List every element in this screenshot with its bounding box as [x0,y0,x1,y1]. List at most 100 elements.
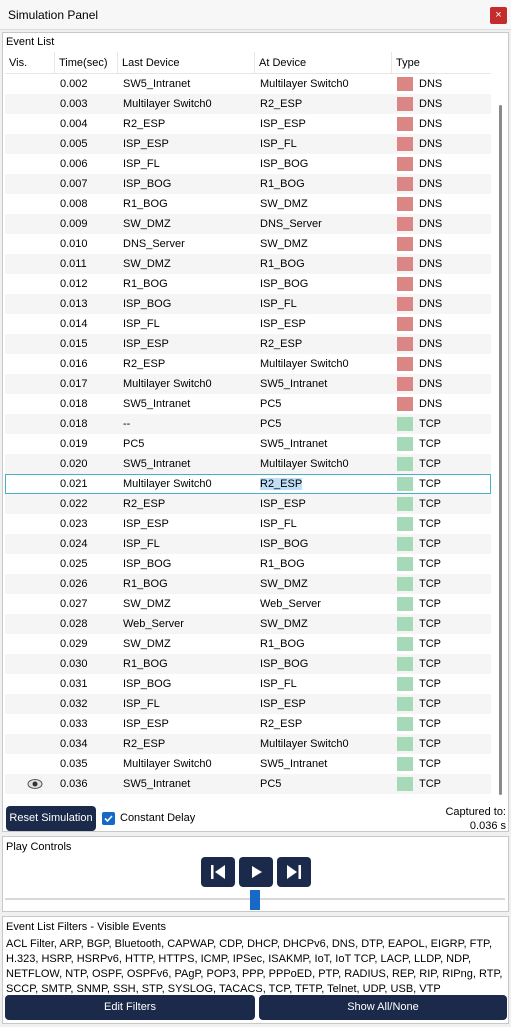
reset-simulation-button[interactable]: Reset Simulation [6,806,96,831]
cell-vis[interactable] [5,494,53,514]
constant-delay-checkbox[interactable] [102,812,115,825]
cell-at-device: ISP_ESP [256,114,392,134]
cell-vis[interactable] [5,514,53,534]
cell-time-text: 0.028 [60,618,88,630]
cell-vis[interactable] [5,194,53,214]
cell-vis[interactable] [5,134,53,154]
table-row[interactable]: 0.023 ISP_ESP ISP_FL TCP [5,514,491,534]
cell-vis[interactable] [5,454,53,474]
type-color-swatch [397,317,413,331]
cell-vis[interactable] [5,354,53,374]
cell-vis[interactable] [5,214,53,234]
cell-vis[interactable] [5,594,53,614]
table-row[interactable]: 0.022 R2_ESP ISP_ESP TCP [5,494,491,514]
constant-delay-label[interactable]: Constant Delay [120,812,195,824]
cell-at-device: DNS_Server [256,214,392,234]
table-row[interactable]: 0.008 R1_BOG SW_DMZ DNS [5,194,491,214]
forward-button[interactable] [277,857,311,887]
table-row[interactable]: 0.029 SW_DMZ R1_BOG TCP [5,634,491,654]
table-row[interactable]: 0.031 ISP_BOG ISP_FL TCP [5,674,491,694]
cell-at-device-text: R2_ESP [260,718,303,730]
table-row[interactable]: 0.019 PC5 SW5_Intranet TCP [5,434,491,454]
table-row[interactable]: 0.035 Multilayer Switch0 SW5_Intranet TCP [5,754,491,774]
table-row[interactable]: 0.024 ISP_FL ISP_BOG TCP [5,534,491,554]
table-row[interactable]: 0.036 SW5_Intranet PC5 TCP [5,774,491,794]
table-row[interactable]: 0.007 ISP_BOG R1_BOG DNS [5,174,491,194]
playback-slider-thumb[interactable] [250,890,260,910]
table-row[interactable]: 0.015 ISP_ESP R2_ESP DNS [5,334,491,354]
cell-vis[interactable] [5,114,53,134]
play-button[interactable] [239,857,273,887]
col-vis-header[interactable]: Vis. [5,52,55,74]
cell-vis[interactable] [5,234,53,254]
table-row[interactable]: 0.006 ISP_FL ISP_BOG DNS [5,154,491,174]
table-row[interactable]: 0.021 Multilayer Switch0 R2_ESP TCP [5,474,491,494]
close-button[interactable]: × [490,7,507,24]
table-row[interactable]: 0.013 ISP_BOG ISP_FL DNS [5,294,491,314]
table-row[interactable]: 0.018 SW5_Intranet PC5 DNS [5,394,491,414]
cell-vis[interactable] [5,614,53,634]
cell-vis[interactable] [5,674,53,694]
table-row[interactable]: 0.014 ISP_FL ISP_ESP DNS [5,314,491,334]
cell-last-device-text: ISP_ESP [123,718,169,730]
show-all-none-button[interactable]: Show All/None [259,995,507,1020]
cell-vis[interactable] [5,574,53,594]
edit-filters-button[interactable]: Edit Filters [5,995,255,1020]
cell-vis[interactable] [5,554,53,574]
cell-vis[interactable] [5,154,53,174]
table-row[interactable]: 0.016 R2_ESP Multilayer Switch0 DNS [5,354,491,374]
table-row[interactable]: 0.011 SW_DMZ R1_BOG DNS [5,254,491,274]
cell-vis[interactable] [5,274,53,294]
table-row[interactable]: 0.030 R1_BOG ISP_BOG TCP [5,654,491,674]
table-row[interactable]: 0.002 SW5_Intranet Multilayer Switch0 DNS [5,74,491,94]
cell-vis[interactable] [5,294,53,314]
table-row[interactable]: 0.027 SW_DMZ Web_Server TCP [5,594,491,614]
cell-vis[interactable] [5,374,53,394]
cell-vis[interactable] [5,74,53,94]
cell-vis[interactable] [5,254,53,274]
table-row[interactable]: 0.003 Multilayer Switch0 R2_ESP DNS [5,94,491,114]
table-row[interactable]: 0.017 Multilayer Switch0 SW5_Intranet DNS [5,374,491,394]
type-label: TCP [419,598,441,610]
cell-vis[interactable] [5,94,53,114]
cell-vis[interactable] [5,714,53,734]
table-row[interactable]: 0.026 R1_BOG SW_DMZ TCP [5,574,491,594]
col-type-header[interactable]: Type [392,52,491,74]
cell-vis[interactable] [5,414,53,434]
cell-vis[interactable] [5,634,53,654]
col-last-device-header[interactable]: Last Device [118,52,255,74]
cell-vis[interactable] [5,734,53,754]
cell-vis[interactable] [5,434,53,454]
table-row[interactable]: 0.018 -- PC5 TCP [5,414,491,434]
cell-vis[interactable] [5,314,53,334]
cell-vis[interactable] [5,534,53,554]
cell-vis[interactable] [5,694,53,714]
table-row[interactable]: 0.004 R2_ESP ISP_ESP DNS [5,114,491,134]
cell-vis[interactable] [5,774,53,794]
table-row[interactable]: 0.012 R1_BOG ISP_BOG DNS [5,274,491,294]
cell-last-device-text: R2_ESP [123,118,166,130]
cell-vis[interactable] [5,334,53,354]
col-time-header[interactable]: Time(sec) [55,52,118,74]
scrollbar-thumb[interactable] [499,105,502,795]
back-button[interactable] [201,857,235,887]
col-at-device-header[interactable]: At Device [255,52,392,74]
table-row[interactable]: 0.032 ISP_FL ISP_ESP TCP [5,694,491,714]
table-row[interactable]: 0.020 SW5_Intranet Multilayer Switch0 TCP [5,454,491,474]
event-list-scrollbar[interactable] [496,71,506,796]
cell-vis[interactable] [5,474,53,494]
cell-vis[interactable] [5,174,53,194]
table-row[interactable]: 0.034 R2_ESP Multilayer Switch0 TCP [5,734,491,754]
table-row[interactable]: 0.010 DNS_Server SW_DMZ DNS [5,234,491,254]
table-row[interactable]: 0.009 SW_DMZ DNS_Server DNS [5,214,491,234]
cell-at-device-text: PC5 [260,398,282,410]
table-row[interactable]: 0.025 ISP_BOG R1_BOG TCP [5,554,491,574]
cell-vis[interactable] [5,754,53,774]
table-row[interactable]: 0.033 ISP_ESP R2_ESP TCP [5,714,491,734]
table-row[interactable]: 0.028 Web_Server SW_DMZ TCP [5,614,491,634]
type-label: DNS [419,398,443,410]
table-row[interactable]: 0.005 ISP_ESP ISP_FL DNS [5,134,491,154]
cell-vis[interactable] [5,654,53,674]
cell-at-device: Multilayer Switch0 [256,454,392,474]
cell-vis[interactable] [5,394,53,414]
